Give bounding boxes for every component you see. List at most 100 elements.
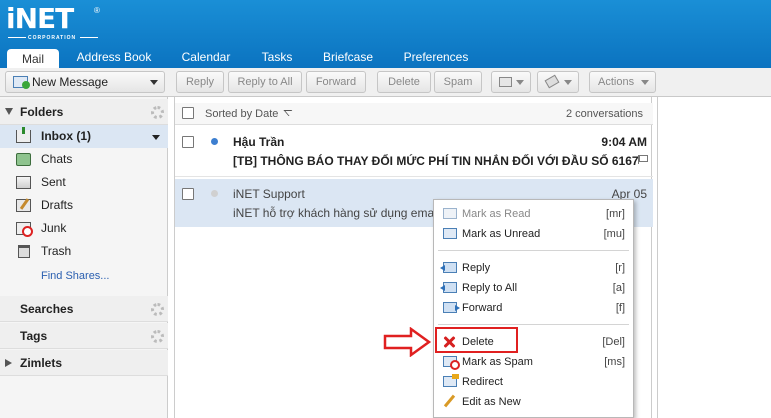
sidebar-item-inbox[interactable]: Inbox (1): [0, 125, 168, 148]
menu-item-label: Reply to All: [462, 282, 518, 294]
reply-button[interactable]: Reply: [176, 71, 224, 93]
message-row[interactable]: Hậu Trần 9:04 AM [TB] THÔNG BÁO THAY ĐỔI…: [175, 127, 653, 177]
redirect-icon: [443, 374, 459, 387]
mail-toolbar: New Message Reply Reply to All Forward D…: [0, 68, 771, 97]
menu-item-shortcut: [mu]: [603, 228, 625, 240]
menu-item-label: Mark as Read: [462, 208, 531, 220]
menu-item-reply[interactable]: Reply [r]: [434, 258, 633, 278]
menu-item-label: Mark as Spam: [462, 356, 533, 368]
inbox-icon: [16, 127, 31, 143]
logo-text: iNET: [6, 2, 74, 35]
new-message-button[interactable]: New Message: [5, 71, 165, 93]
menu-separator: [438, 250, 629, 251]
menu-item-shortcut: [mr]: [606, 208, 625, 220]
sidebar-item-junk[interactable]: Junk: [0, 217, 168, 240]
tab-preferences[interactable]: Preferences: [396, 47, 476, 68]
zimlets-header[interactable]: Zimlets: [0, 350, 168, 376]
menu-item-label: Edit as New: [462, 396, 521, 408]
message-sender: iNET Support: [233, 187, 305, 201]
delete-highlight-box: [435, 327, 518, 353]
reply-all-button[interactable]: Reply to All: [228, 71, 302, 93]
menu-separator: [438, 324, 629, 325]
sidebar-item-drafts-label: Drafts: [41, 198, 74, 212]
find-shares-link[interactable]: Find Shares...: [41, 270, 109, 282]
folders-gear-icon[interactable]: [151, 106, 164, 119]
menu-item-mark-as-read[interactable]: Mark as Read [mr]: [434, 204, 633, 224]
chats-icon: [16, 153, 31, 166]
menu-item-shortcut: [Del]: [602, 336, 625, 348]
move-button[interactable]: [491, 71, 531, 93]
move-dropdown-icon: [516, 80, 524, 85]
tags-header[interactable]: Tags: [0, 323, 168, 349]
select-all-checkbox[interactable]: [182, 107, 194, 119]
spam-icon: [443, 356, 460, 370]
sidebar-item-trash[interactable]: Trash: [0, 240, 168, 263]
menu-item-shortcut: [f]: [615, 302, 625, 314]
delete-button[interactable]: Delete: [377, 71, 431, 93]
move-folder-icon: [499, 77, 512, 87]
menu-item-redirect[interactable]: Redirect: [434, 372, 633, 392]
searches-header-label: Searches: [20, 302, 74, 316]
expand-zimlets-icon[interactable]: [5, 359, 12, 367]
menu-item-mark-as-spam[interactable]: Mark as Spam [ms]: [434, 352, 633, 372]
mark-unread-icon: [443, 228, 457, 239]
message-sender: Hậu Trần: [233, 135, 285, 149]
trash-icon: [18, 245, 30, 258]
tag-dropdown-icon: [564, 80, 572, 85]
spam-button[interactable]: Spam: [434, 71, 482, 93]
tab-address-book[interactable]: Address Book: [68, 47, 160, 68]
annotation-arrow-icon: [383, 327, 432, 357]
message-checkbox[interactable]: [182, 136, 194, 148]
inet-logo: iNET ® CORPORATION: [6, 2, 100, 42]
sidebar-item-trash-label: Trash: [41, 244, 72, 258]
searches-header[interactable]: Searches: [0, 296, 168, 322]
menu-item-forward[interactable]: Forward [f]: [434, 298, 633, 318]
context-menu: Mark as Read [mr] Mark as Unread [mu] Re…: [433, 199, 634, 418]
inbox-dropdown-icon[interactable]: [152, 135, 160, 140]
menu-item-label: Mark as Unread: [462, 228, 541, 240]
conversation-count: 2 conversations: [565, 108, 643, 120]
logo-line-left: [8, 37, 26, 38]
folders-header-label: Folders: [20, 105, 64, 119]
pencil-icon: [443, 396, 457, 407]
message-checkbox[interactable]: [182, 188, 194, 200]
sort-label[interactable]: Sorted by Date: [205, 108, 278, 120]
sidebar-item-junk-label: Junk: [41, 221, 67, 235]
sidebar-item-sent[interactable]: Sent: [0, 171, 168, 194]
folders-header[interactable]: Folders: [0, 99, 168, 125]
logo-line-right: [80, 37, 98, 38]
menu-item-edit-as-new[interactable]: Edit as New: [434, 392, 633, 412]
tag-button[interactable]: [537, 71, 579, 93]
message-time: 9:04 AM: [601, 135, 647, 149]
sidebar-item-drafts[interactable]: Drafts: [0, 194, 168, 217]
menu-item-reply-to-all[interactable]: Reply to All [a]: [434, 278, 633, 298]
drafts-icon: [16, 199, 31, 212]
actions-label: Actions: [598, 76, 635, 88]
new-message-dropdown-icon[interactable]: [150, 80, 158, 85]
tab-calendar[interactable]: Calendar: [172, 47, 240, 68]
sidebar-item-sent-label: Sent: [41, 175, 66, 189]
sent-icon: [16, 176, 31, 189]
reply-all-icon: [440, 282, 457, 293]
unread-dot-icon: [211, 138, 218, 145]
menu-item-mark-as-unread[interactable]: Mark as Unread [mu]: [434, 224, 633, 244]
message-subject: [TB] THÔNG BÁO THAY ĐỔI MỨC PHÍ TIN NHẮN…: [233, 154, 638, 168]
tags-gear-icon[interactable]: [151, 330, 164, 343]
tab-tasks[interactable]: Tasks: [254, 47, 300, 68]
collapse-folders-icon[interactable]: [5, 108, 13, 115]
tags-header-label: Tags: [20, 329, 48, 343]
menu-item-shortcut: [r]: [615, 262, 625, 274]
sort-arrow-icon[interactable]: [283, 110, 297, 116]
actions-button[interactable]: Actions: [589, 71, 656, 93]
sidebar-item-chats[interactable]: Chats: [0, 148, 168, 171]
sidebar: Folders Inbox (1) Chats Sent Drafts Junk…: [0, 97, 168, 418]
menu-item-shortcut: [ms]: [604, 356, 625, 368]
forward-icon: [443, 302, 460, 313]
flag-icon[interactable]: [638, 155, 648, 164]
tab-briefcase[interactable]: Briefcase: [316, 47, 380, 68]
tab-mail[interactable]: Mail: [7, 49, 59, 68]
searches-gear-icon[interactable]: [151, 303, 164, 316]
message-subject: iNET hỗ trợ khách hàng sử dụng email do: [233, 206, 433, 220]
forward-button[interactable]: Forward: [306, 71, 366, 93]
logo-registered-mark: ®: [94, 6, 100, 15]
